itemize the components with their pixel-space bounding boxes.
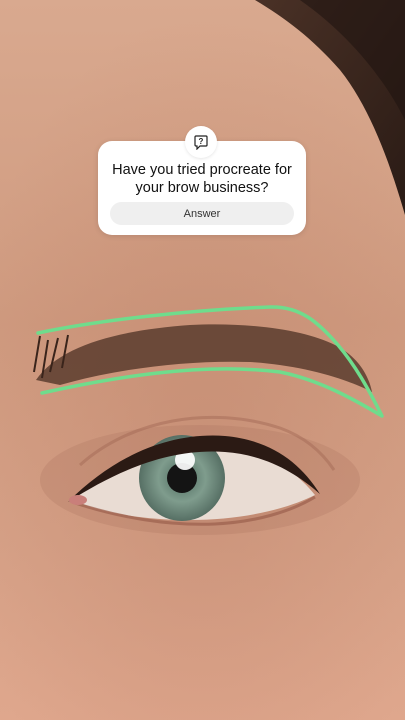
svg-text:?: ?	[199, 137, 204, 146]
question-sticker[interactable]: ? Have you tried procreate for your brow…	[98, 126, 306, 235]
question-speech-bubble-icon: ?	[194, 135, 208, 150]
answer-field[interactable]: Answer	[110, 202, 294, 225]
question-icon-badge: ?	[185, 126, 217, 158]
question-text: Have you tried procreate for your brow b…	[112, 162, 292, 196]
background-photo	[0, 0, 405, 720]
